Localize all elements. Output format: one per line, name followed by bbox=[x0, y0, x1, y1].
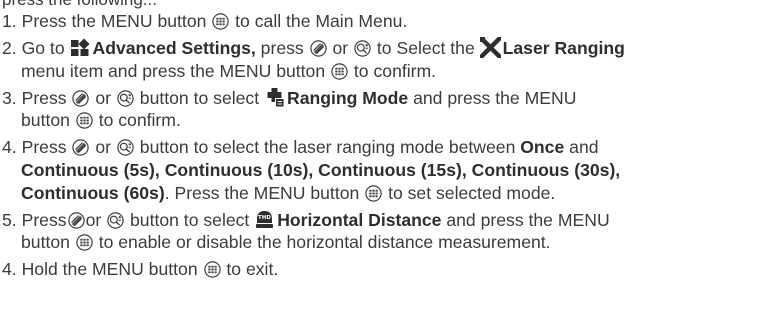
zoom-wheel-icon bbox=[310, 40, 327, 57]
step-3: 3. Press or button to select Ranging Mod… bbox=[2, 87, 577, 131]
zoom-wheel-icon bbox=[72, 139, 89, 156]
menu-button-icon bbox=[76, 112, 93, 129]
step-1: 1. Press the MENU button to call the Mai… bbox=[2, 11, 408, 31]
menu-button-icon bbox=[331, 63, 348, 80]
step-2: 2. Go to Advanced Settings, press or to … bbox=[2, 37, 625, 81]
plus-minus-button-icon bbox=[107, 212, 124, 229]
zoom-wheel-icon bbox=[68, 212, 85, 229]
menu-button-icon bbox=[204, 261, 221, 278]
menu-button-icon bbox=[365, 185, 382, 202]
menu-button-icon bbox=[212, 13, 229, 30]
menu-button-icon bbox=[76, 234, 93, 251]
plus-minus-button-icon bbox=[117, 139, 134, 156]
instructions-document: press the following... 1. Press the MENU… bbox=[2, 0, 762, 286]
laser-ranging-icon bbox=[479, 37, 501, 59]
svg-text:THD: THD bbox=[258, 215, 271, 221]
step-6: 4. Hold the MENU button to exit. bbox=[2, 259, 279, 280]
step-4: 4. Press or button to select the laser r… bbox=[2, 137, 621, 203]
horizontal-distance-icon: THD bbox=[254, 209, 275, 230]
zoom-wheel-icon bbox=[72, 90, 89, 107]
plus-minus-button-icon bbox=[117, 90, 134, 107]
advanced-settings-icon bbox=[70, 37, 91, 58]
plus-minus-button-icon bbox=[354, 40, 371, 57]
cut-off-text: press the following... bbox=[2, 0, 762, 10]
ranging-mode-icon bbox=[264, 87, 285, 108]
step-5: 5. Press or button to select THD Horizont… bbox=[2, 209, 610, 253]
